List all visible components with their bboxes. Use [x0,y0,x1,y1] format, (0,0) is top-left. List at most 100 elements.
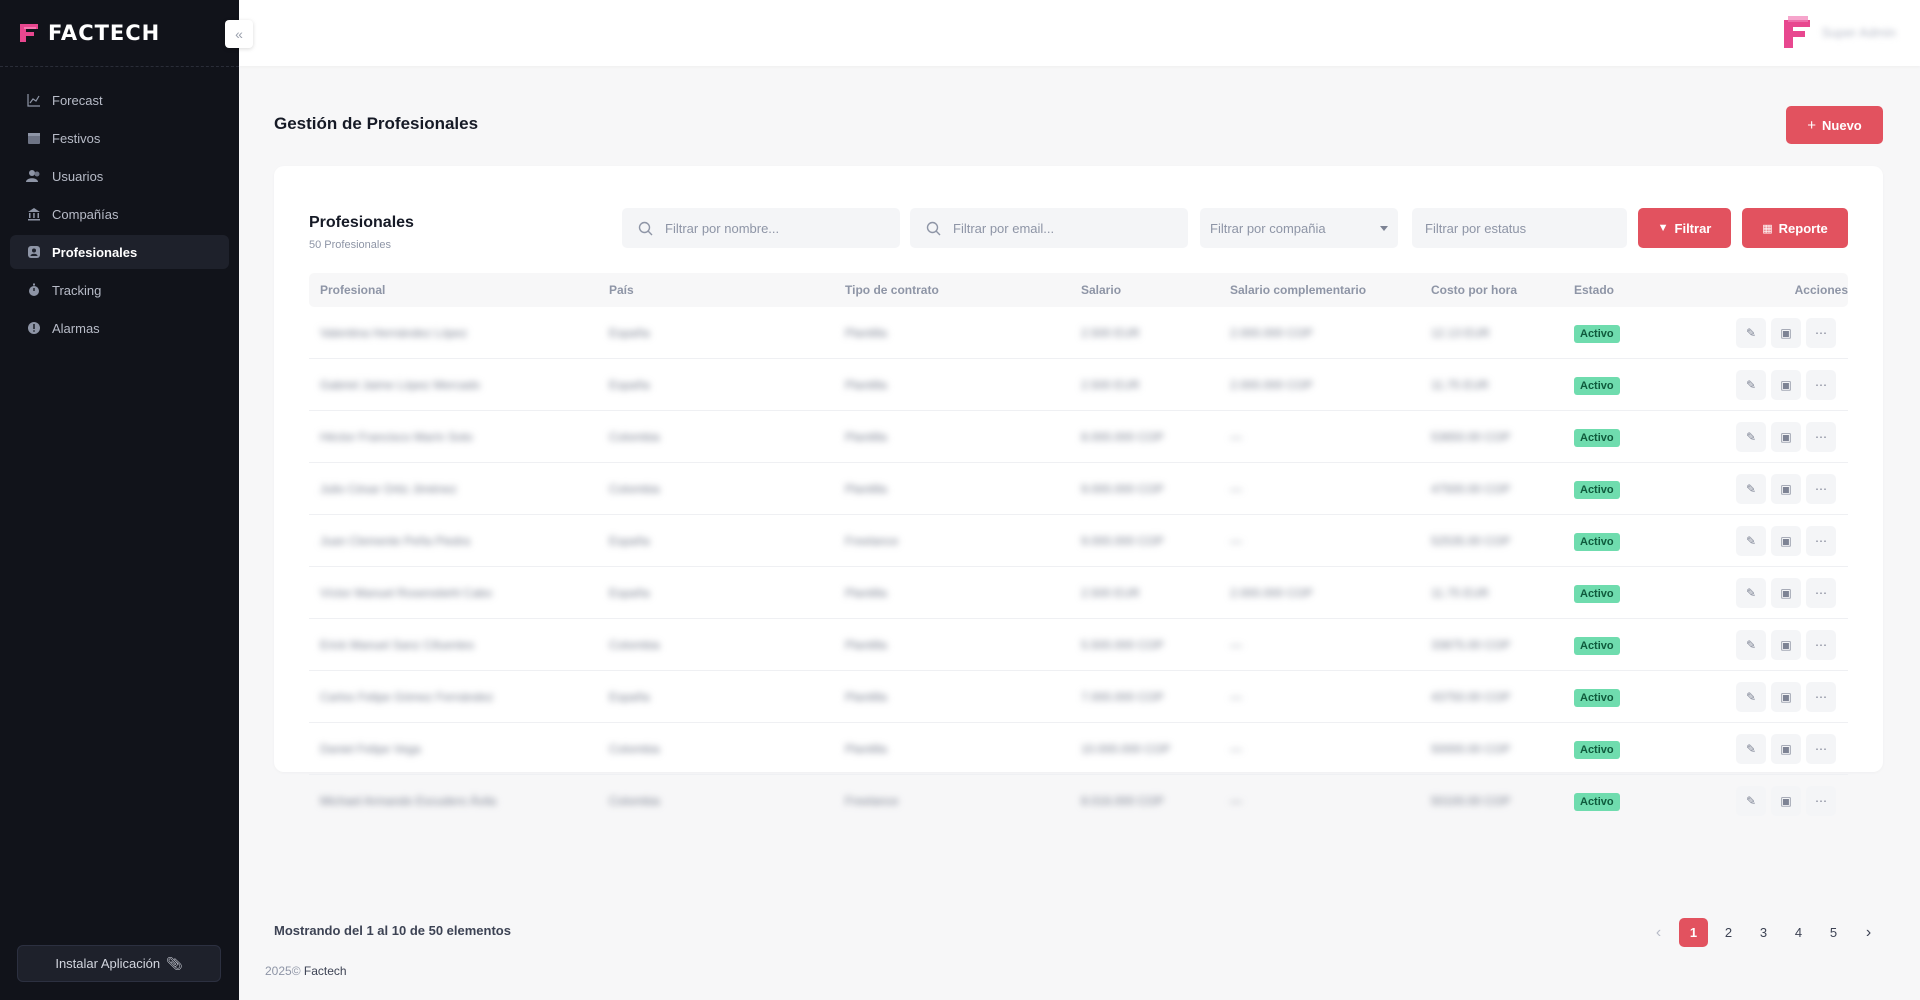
sidebar-item-festivos[interactable]: Festivos [10,121,229,155]
cell-salario: 5.500.000 COP [1081,637,1164,652]
page-button[interactable]: 5 [1819,918,1848,947]
more-button[interactable]: ⋯ [1806,681,1836,712]
cell-pais: Colombia [609,637,660,652]
cell-tipo-contrato: Plantilla [845,637,888,652]
next-page-button[interactable]: › [1854,918,1883,947]
caret-down-icon [1380,225,1388,231]
edit-button[interactable]: ✎ [1736,421,1766,452]
more-button[interactable]: ⋯ [1806,786,1836,816]
toggle-icon: ▣ [1780,377,1792,392]
column-header-salario-complementario[interactable]: Salario complementario [1230,283,1366,297]
more-button[interactable]: ⋯ [1806,317,1836,348]
column-header-estado[interactable]: Estado [1574,283,1614,297]
page-button[interactable]: 4 [1784,918,1813,947]
cell-costo-hora: 53650.00 COP [1431,429,1511,444]
pencil-icon: ✎ [1745,429,1757,444]
filter-company-label: Filtrar por compañia [1210,220,1326,236]
toggle-icon: ▣ [1780,741,1792,756]
more-button[interactable]: ⋯ [1806,629,1836,660]
pencil-icon: ✎ [1745,377,1757,392]
toggle-button[interactable]: ▣ [1771,786,1801,816]
status-badge: Activo [1574,740,1620,759]
more-button[interactable]: ⋯ [1806,733,1836,764]
toggle-button[interactable]: ▣ [1771,733,1801,764]
table-row: Carlos Felipe Gómez Fernández España Plant… [309,671,1848,723]
collapse-sidebar-button[interactable]: « [225,20,253,48]
page-button[interactable]: 1 [1679,918,1708,947]
status-badge: Activo [1574,636,1620,655]
filter-button[interactable]: ▼ Filtrar [1638,208,1731,248]
sidebar-item-usuarios[interactable]: Usuarios [10,159,229,193]
column-header-profesional[interactable]: Profesional [320,283,385,297]
page-button[interactable]: 2 [1714,918,1743,947]
cell-tipo-contrato: Plantilla [845,741,888,756]
toggle-button[interactable]: ▣ [1771,629,1801,660]
more-button[interactable]: ⋯ [1806,369,1836,400]
edit-button[interactable]: ✎ [1736,525,1766,556]
professionals-card: Profesionales 50 Profesionales Filtrar p… [274,166,1883,816]
pencil-icon: ✎ [1745,637,1757,652]
edit-button[interactable]: ✎ [1736,629,1766,660]
more-button[interactable]: ⋯ [1806,473,1836,504]
user-menu[interactable]: Super Admin [1782,14,1896,50]
more-button[interactable]: ⋯ [1806,577,1836,608]
toggle-button[interactable]: ▣ [1771,681,1801,712]
sidebar-item-forecast[interactable]: Forecast [10,83,229,117]
ellipsis-icon: ⋯ [1815,741,1827,756]
previous-page-button[interactable]: ‹ [1644,918,1673,947]
report-button[interactable]: ▦ Reporte [1742,208,1848,248]
row-actions: ✎ ▣ ⋯ [1736,629,1836,660]
user-badge-icon [26,244,42,260]
filter-status-input[interactable]: Filtrar por estatus [1412,208,1627,248]
sidebar-item-tracking[interactable]: Tracking [10,273,229,307]
toggle-button[interactable]: ▣ [1771,369,1801,400]
edit-button[interactable]: ✎ [1736,786,1766,816]
sidebar-item-profesionales[interactable]: Profesionales [10,235,229,269]
cell-tipo-contrato: Plantilla [845,377,888,392]
edit-button[interactable]: ✎ [1736,577,1766,608]
brand-logo[interactable]: FACTECH [0,0,239,67]
edit-button[interactable]: ✎ [1736,473,1766,504]
card-subtitle: 50 Profesionales [309,239,391,251]
paperclip-icon: 📎︎ [166,955,183,971]
toggle-button[interactable]: ▣ [1771,317,1801,348]
footer-brand[interactable]: Factech [304,964,347,978]
page-button[interactable]: 3 [1749,918,1778,947]
sidebar-item-alarmas[interactable]: Alarmas [10,311,229,345]
more-button[interactable]: ⋯ [1806,421,1836,452]
edit-button[interactable]: ✎ [1736,369,1766,400]
toggle-button[interactable]: ▣ [1771,473,1801,504]
sidebar-item-companias[interactable]: Compañías [10,197,229,231]
cell-salario: 2.500 EUR [1081,377,1140,392]
filter-company-select[interactable]: Filtrar por compañia [1200,208,1398,248]
edit-button[interactable]: ✎ [1736,317,1766,348]
topbar: Super Admin [239,0,1920,66]
table-row: Julio César Ortiz Jiménez Colombia Plantil… [309,463,1848,515]
cell-costo-hora: 50100.00 COP [1431,794,1511,808]
cell-estado: Activo [1574,740,1620,759]
new-professional-button[interactable]: + Nuevo [1786,106,1883,144]
edit-button[interactable]: ✎ [1736,681,1766,712]
edit-button[interactable]: ✎ [1736,733,1766,764]
filter-name-input[interactable]: Filtrar por nombre... [622,208,900,248]
more-button[interactable]: ⋯ [1806,525,1836,556]
ellipsis-icon: ⋯ [1815,689,1827,704]
footer-year: 2025© [265,964,301,978]
cell-salario-complementario: — [1230,481,1242,496]
filter-email-input[interactable]: Filtrar por email... [910,208,1188,248]
ellipsis-icon: ⋯ [1815,325,1827,340]
column-header-salario[interactable]: Salario [1081,283,1121,297]
install-app-button[interactable]: Instalar Aplicación 📎︎ [17,945,221,982]
cell-pais: España [609,585,650,600]
toggle-button[interactable]: ▣ [1771,421,1801,452]
users-icon [26,168,42,184]
column-header-tipo-contrato[interactable]: Tipo de contrato [845,283,939,297]
toggle-button[interactable]: ▣ [1771,525,1801,556]
toggle-button[interactable]: ▣ [1771,577,1801,608]
row-actions: ✎ ▣ ⋯ [1736,369,1836,400]
column-header-costo-hora[interactable]: Costo por hora [1431,283,1517,297]
column-header-pais[interactable]: País [609,283,634,297]
table-row: Erick Manuel Sanz Cifuentes Colombia Plant… [309,619,1848,671]
table-row: Héctor Francisco Marín Soto Colombia Plant… [309,411,1848,463]
report-button-label: Reporte [1778,220,1828,236]
